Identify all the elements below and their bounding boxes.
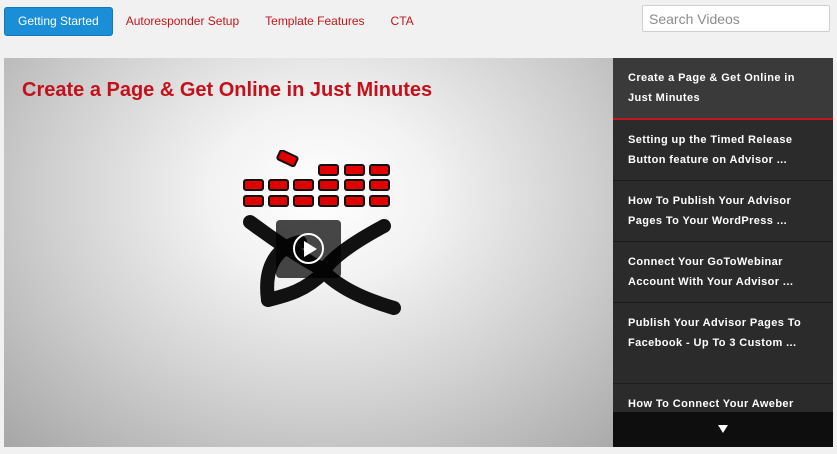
tab-template-features[interactable]: Template Features (252, 7, 377, 36)
play-icon (304, 241, 317, 257)
category-tabs: Getting Started Autoresponder Setup Temp… (4, 7, 427, 36)
playlist-item[interactable]: Connect Your GoToWebinar Account With Yo… (613, 242, 833, 303)
tab-getting-started[interactable]: Getting Started (4, 7, 113, 36)
video-player[interactable]: Create a Page & Get Online in Just Minut… (4, 58, 613, 447)
playlist-item[interactable]: How To Publish Your Advisor Pages To You… (613, 181, 833, 242)
playlist-item[interactable]: Setting up the Timed Release Button feat… (613, 120, 833, 181)
video-title: Create a Page & Get Online in Just Minut… (22, 79, 433, 101)
play-button[interactable] (276, 220, 341, 278)
tab-cta[interactable]: CTA (378, 7, 427, 36)
tab-autoresponder-setup[interactable]: Autoresponder Setup (113, 7, 252, 36)
top-bar: Getting Started Autoresponder Setup Temp… (0, 0, 837, 48)
arrow-down-icon (718, 425, 728, 433)
search-videos-input[interactable] (642, 5, 830, 32)
playlist-scroll-down-button[interactable] (613, 412, 833, 447)
playlist-item[interactable]: Create a Page & Get Online in Just Minut… (613, 58, 833, 120)
video-playlist: Create a Page & Get Online in Just Minut… (613, 58, 833, 447)
playlist-item[interactable]: Publish Your Advisor Pages To Facebook -… (613, 303, 833, 384)
